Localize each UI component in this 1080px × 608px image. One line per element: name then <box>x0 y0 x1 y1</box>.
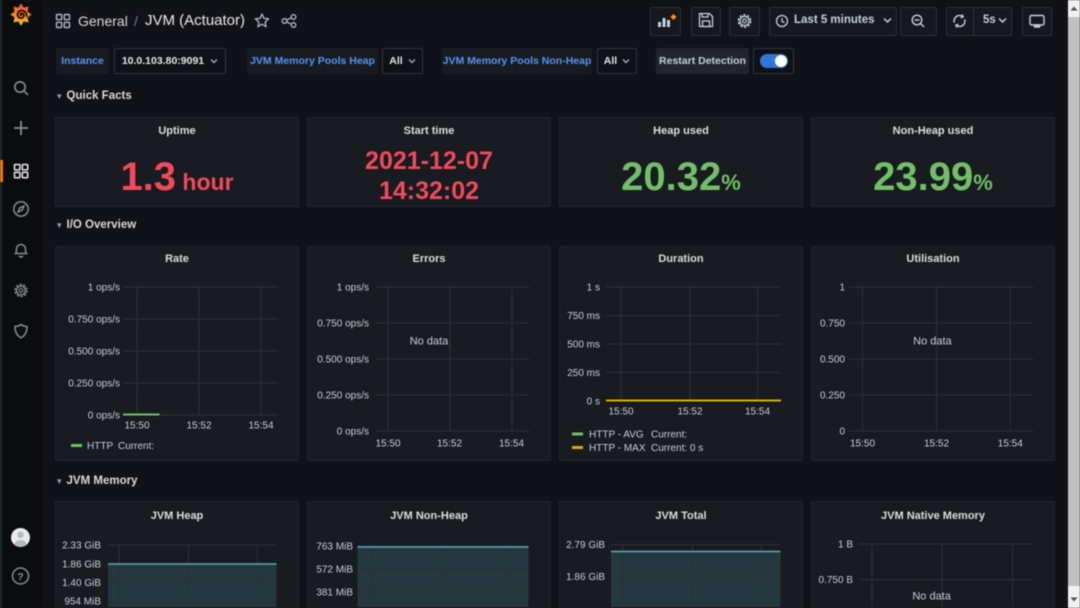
svg-text:250 ms: 250 ms <box>567 368 600 379</box>
svg-text:15:52: 15:52 <box>677 407 702 418</box>
svg-text:763 MiB: 763 MiB <box>316 542 353 553</box>
svg-text:15:54: 15:54 <box>745 407 770 418</box>
svg-text:Current:: Current: <box>118 441 154 452</box>
svg-text:15:50: 15:50 <box>608 407 633 418</box>
svg-text:15:52: 15:52 <box>186 421 211 432</box>
svg-text:0: 0 <box>839 427 845 438</box>
svg-text:0.250 ops/s: 0.250 ops/s <box>68 379 120 390</box>
svg-text:No data: No data <box>913 336 952 348</box>
svg-text:0.500 ops/s: 0.500 ops/s <box>317 355 369 366</box>
svg-text:1.86 GiB: 1.86 GiB <box>566 572 605 583</box>
svg-text:0.250: 0.250 <box>820 391 845 402</box>
svg-text:0.500: 0.500 <box>820 355 845 366</box>
svg-text:2.33 GiB: 2.33 GiB <box>62 541 101 552</box>
svg-text:15:54: 15:54 <box>499 439 524 450</box>
svg-text:572 MiB: 572 MiB <box>316 565 353 576</box>
svg-text:15:50: 15:50 <box>850 439 875 450</box>
svg-text:HTTP - MAX: HTTP - MAX <box>589 443 646 454</box>
svg-text:0.500 ops/s: 0.500 ops/s <box>68 347 120 358</box>
svg-text:0 ops/s: 0 ops/s <box>337 427 369 438</box>
svg-text:1 ops/s: 1 ops/s <box>337 283 369 294</box>
svg-text:0.750 ops/s: 0.750 ops/s <box>317 319 369 330</box>
svg-text:15:52: 15:52 <box>437 439 462 450</box>
svg-text:1 B: 1 B <box>838 540 853 551</box>
svg-text:0.750 ops/s: 0.750 ops/s <box>68 315 120 326</box>
svg-text:15:54: 15:54 <box>248 421 273 432</box>
svg-text:15:50: 15:50 <box>375 439 400 450</box>
svg-text:15:54: 15:54 <box>998 439 1023 450</box>
svg-text:HTTP - AVG: HTTP - AVG <box>589 430 644 441</box>
svg-text:2.79 GiB: 2.79 GiB <box>566 540 605 551</box>
svg-text:0 ops/s: 0 ops/s <box>88 411 120 422</box>
svg-text:1: 1 <box>839 283 845 294</box>
svg-text:No data: No data <box>410 336 449 348</box>
svg-text:15:52: 15:52 <box>924 439 949 450</box>
svg-text:0.250 ops/s: 0.250 ops/s <box>317 391 369 402</box>
svg-text:954 MiB: 954 MiB <box>64 597 101 608</box>
svg-text:0.750: 0.750 <box>820 319 845 330</box>
svg-text:No data: No data <box>912 591 951 603</box>
svg-text:750 ms: 750 ms <box>567 311 600 322</box>
svg-text:15:50: 15:50 <box>124 421 149 432</box>
svg-text:Current:: Current: <box>651 430 687 441</box>
svg-text:1.86 GiB: 1.86 GiB <box>62 560 101 571</box>
svg-text:500 ms: 500 ms <box>567 340 600 351</box>
svg-text:0 s: 0 s <box>587 397 600 408</box>
svg-text:HTTP: HTTP <box>87 441 113 452</box>
svg-text:0.750 B: 0.750 B <box>819 575 854 586</box>
svg-text:381 MiB: 381 MiB <box>316 588 353 599</box>
svg-text:1 s: 1 s <box>587 283 600 294</box>
svg-text:1 ops/s: 1 ops/s <box>88 283 120 294</box>
svg-text:1.40 GiB: 1.40 GiB <box>62 578 101 589</box>
svg-text:Current: 0 s: Current: 0 s <box>651 443 703 454</box>
